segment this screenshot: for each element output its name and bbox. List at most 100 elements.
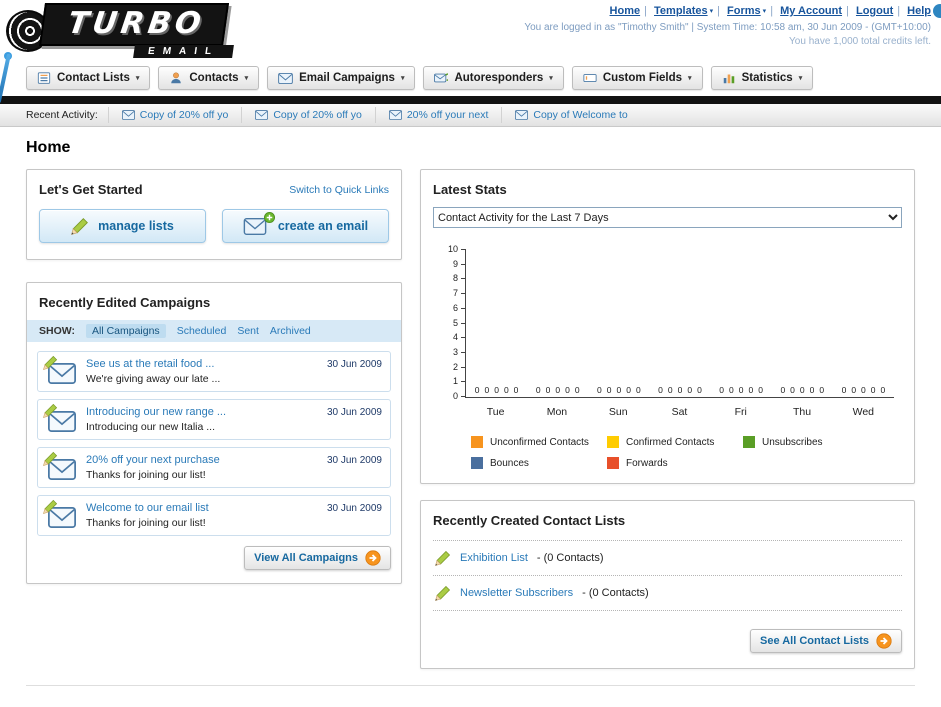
recent-campaigns-title: Recently Edited Campaigns [39, 295, 211, 310]
chart-legend: Unconfirmed Contacts Confirmed Contacts Un… [471, 436, 879, 469]
turbo-email-logo[interactable]: TURBO EMAIL [6, 3, 286, 61]
chart-value-label: 0 [555, 385, 561, 395]
recent-activity-item[interactable]: Copy of Welcome to [501, 107, 640, 123]
nav-tab-label: Autoresponders [454, 72, 544, 84]
nav-tab-autoresponders[interactable]: Autoresponders ▾ [423, 66, 564, 90]
recent-activity-link[interactable]: Copy of 20% off yo [140, 109, 229, 121]
recent-activity-link[interactable]: Copy of Welcome to [533, 109, 627, 121]
y-axis-tick: 1 [453, 376, 466, 386]
filter-tab-scheduled[interactable]: Scheduled [177, 325, 227, 337]
contact-list-row[interactable]: Newsletter Subscribers - (0 Contacts) [433, 576, 902, 611]
legend-swatch [606, 457, 619, 469]
separator: | [644, 5, 647, 17]
recent-activity-link[interactable]: Copy of 20% off yo [273, 109, 362, 121]
envelope-icon [515, 110, 529, 120]
nav-tab-email-campaigns[interactable]: Email Campaigns ▾ [267, 66, 416, 90]
create-email-label: create an email [277, 219, 369, 233]
chart-value-label: 0 [758, 385, 763, 395]
filter-tab-archived[interactable]: Archived [270, 325, 311, 337]
top-link-logout[interactable]: Logout [856, 5, 893, 17]
envelope-pencil-icon [43, 451, 77, 480]
account-status-area: Home | Templates ▾ | Forms ▾ | My Account | Lo… [524, 5, 931, 47]
campaign-row[interactable]: See us at the retail food ... We're givi… [37, 351, 391, 392]
chart-value-label: 0 [677, 385, 683, 395]
envelope-plus-icon [243, 212, 275, 235]
legend-item: Bounces [471, 457, 607, 469]
top-link-my-account[interactable]: My Account [780, 5, 842, 17]
separator: | [770, 5, 774, 17]
recent-contact-lists-box: Recently Created Contact Lists Exhibitio… [420, 500, 915, 669]
login-status-text: You are logged in as "Timothy Smith" | S… [524, 22, 931, 33]
campaign-title-link[interactable]: 20% off your next purchase [86, 454, 318, 466]
chart-value-label: 0 [809, 385, 815, 395]
stats-range-select[interactable]: Contact Activity for the Last 7 Days [433, 207, 902, 228]
y-axis-tick-label: 8 [452, 273, 458, 284]
y-axis-tick: 4 [453, 332, 466, 342]
y-axis-tick-label: 6 [452, 302, 458, 313]
chart-value-label: 0 [880, 385, 886, 395]
legend-label: Forwards [625, 457, 668, 469]
switch-quick-links-link[interactable]: Switch to Quick Links [289, 184, 389, 196]
contact-list-name-link[interactable]: Newsletter Subscribers [460, 587, 573, 599]
envelope-icon [121, 110, 135, 120]
recent-activity-item[interactable]: Copy of 20% off yo [107, 107, 242, 123]
campaign-row[interactable]: Introducing our new range ... Introducin… [37, 399, 391, 440]
campaign-row[interactable]: Welcome to our email list Thanks for joi… [37, 495, 391, 536]
recent-activity-item[interactable]: Copy of 20% off yo [241, 107, 375, 123]
logo-title-text: TURBO [65, 6, 207, 41]
manage-lists-label: manage lists [98, 219, 174, 233]
corner-decoration-dot [933, 4, 941, 18]
contact-list-name-link[interactable]: Exhibition List [460, 552, 528, 564]
nav-tab-contacts[interactable]: Contacts ▾ [158, 66, 260, 90]
recent-activity-item[interactable]: 20% off your next [374, 107, 502, 123]
filter-tab-sent[interactable]: Sent [237, 325, 259, 337]
chart-value-label: 0 [851, 385, 857, 395]
chart-value-label: 0 [545, 385, 551, 395]
contact-list-row[interactable]: Exhibition List - (0 Contacts) [433, 541, 902, 576]
campaign-title-link[interactable]: Welcome to our email list [86, 502, 318, 514]
pencil-icon [435, 550, 451, 566]
nav-tab-statistics[interactable]: Statistics ▾ [710, 66, 814, 90]
separator: | [897, 5, 901, 17]
chevron-down-icon: ▾ [709, 8, 714, 15]
y-axis-tick-label: 1 [452, 376, 458, 387]
see-all-contact-lists-button[interactable]: See All Contact Lists [749, 629, 902, 653]
y-axis-tick: 7 [453, 288, 466, 298]
chart-value-group: 00000 [833, 385, 894, 395]
view-all-campaigns-label: View All Campaigns [254, 552, 358, 564]
chart-value-label: 0 [597, 385, 602, 395]
see-all-contact-lists-label: See All Contact Lists [759, 635, 869, 647]
x-axis-label: Mon [546, 406, 568, 418]
filter-tab-all-campaigns[interactable]: All Campaigns [85, 324, 166, 338]
manage-lists-button[interactable]: manage lists [39, 209, 206, 243]
y-axis-tick: 8 [453, 273, 466, 283]
recent-contact-lists-title: Recently Created Contact Lists [433, 513, 626, 528]
legend-item: Unconfirmed Contacts [471, 436, 607, 448]
nav-tab-label: Statistics [741, 72, 793, 84]
legend-swatch [471, 457, 483, 469]
nav-tab-contact-lists[interactable]: Contact Lists ▾ [26, 66, 151, 90]
nav-tab-custom-fields[interactable]: Custom Fields ▾ [571, 66, 703, 90]
top-link-home[interactable]: Home [610, 5, 641, 17]
chart-value-label: 0 [513, 385, 519, 395]
y-axis-tick-label: 3 [452, 346, 458, 357]
contact-list-icon [37, 72, 51, 84]
recent-activity-strip: Recent Activity: Copy of 20% off yo Copy… [0, 104, 941, 127]
pencil-icon [71, 218, 89, 235]
campaign-title-link[interactable]: Introducing our new range ... [86, 406, 318, 418]
campaign-subtitle: Thanks for joining our list! [86, 517, 206, 529]
chart-value-label: 0 [574, 385, 580, 395]
top-link-templates[interactable]: Templates [654, 5, 708, 17]
view-all-campaigns-button[interactable]: View All Campaigns [244, 546, 391, 570]
chart-value-label: 0 [658, 385, 663, 395]
recent-activity-link[interactable]: 20% off your next [407, 109, 489, 121]
campaign-title-link[interactable]: See us at the retail food ... [86, 358, 318, 370]
right-column: Latest Stats Contact Activity for the La… [420, 169, 915, 669]
top-link-forms[interactable]: Forms [727, 5, 761, 17]
campaign-row[interactable]: 20% off your next purchase Thanks for jo… [37, 447, 391, 488]
create-email-button[interactable]: create an email [222, 209, 389, 243]
y-axis-tick: 9 [453, 259, 466, 269]
nav-tab-label: Email Campaigns [299, 72, 395, 84]
x-axis-label: Sat [671, 406, 688, 418]
top-link-help[interactable]: Help [907, 5, 931, 17]
